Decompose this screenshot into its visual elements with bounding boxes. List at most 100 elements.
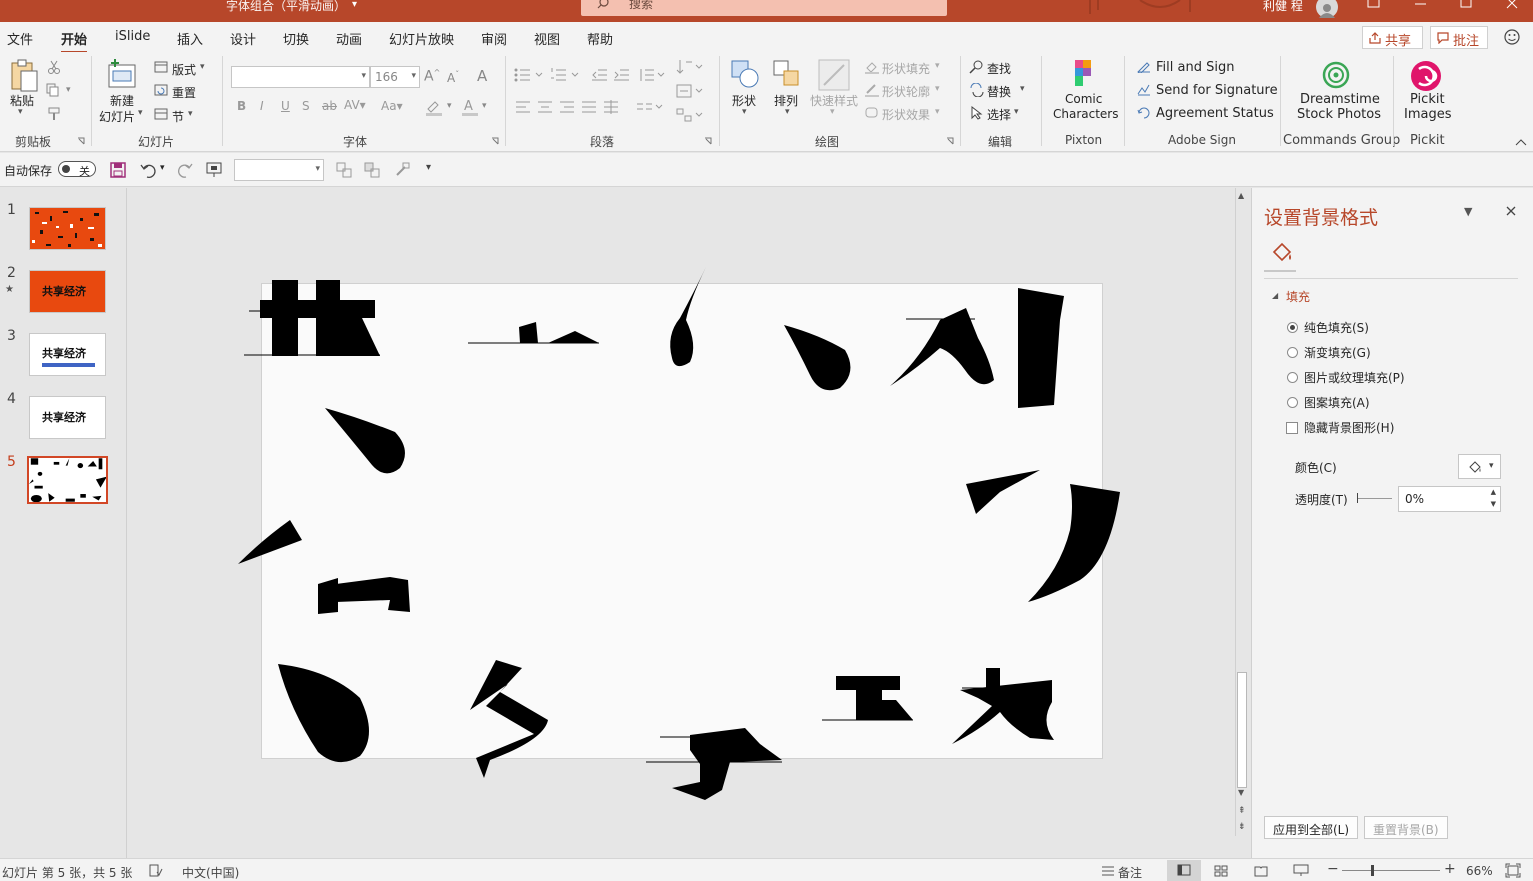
highlight-dropdown-icon[interactable]: ▾ [447,101,452,111]
shape-fill-icon[interactable] [864,60,880,74]
shape-fill-label[interactable]: 形状填充 [882,60,930,77]
shapes-icon[interactable] [730,59,760,89]
pattern-fill-radio[interactable] [1287,397,1298,408]
select-dropdown-icon[interactable]: ▾ [1014,107,1019,117]
underline-icon[interactable]: U [281,99,290,113]
send-signature-icon[interactable] [1137,84,1151,96]
agreement-status-icon[interactable] [1137,107,1151,119]
find-icon[interactable] [969,60,985,74]
search-box[interactable]: 搜索 [581,0,947,16]
glyph-fragment-slash[interactable] [238,520,302,564]
glyph-fragment-dot-1[interactable] [784,325,851,391]
shape-outline-icon[interactable] [864,83,880,97]
hide-background-option[interactable]: 隐藏背景图形(H) [1286,419,1394,436]
normal-view-button[interactable] [1167,860,1201,881]
tab-islide[interactable]: iSlide [115,29,150,44]
quick-styles-dropdown-icon[interactable]: ▾ [830,107,835,117]
color-picker-button[interactable]: ▾ [1458,454,1501,479]
line-spacing-icon[interactable] [638,68,666,82]
pickit-label-1[interactable]: Pickit [1410,92,1445,107]
new-slide-label-2[interactable]: 幻灯片 [99,108,135,125]
new-slide-dropdown-icon[interactable]: ▾ [138,108,143,118]
highlight-icon[interactable] [425,99,445,117]
glyph-fragment-hook[interactable] [670,267,706,367]
shape-outline-label[interactable]: 形状轮廓 [882,83,930,100]
tab-animations[interactable]: 动画 [336,29,362,48]
comment-button[interactable]: 批注 [1430,26,1488,49]
solid-fill-option[interactable]: 纯色填充(S) [1287,319,1369,336]
find-button[interactable]: 查找 [987,60,1011,77]
font-color-icon[interactable]: A [461,98,481,118]
format-painter-icon[interactable] [47,107,61,121]
arrange-icon[interactable] [772,59,802,89]
select-button[interactable]: 选择 [987,106,1011,123]
picture-fill-radio[interactable] [1287,372,1298,383]
transparency-slider[interactable] [1357,498,1392,499]
decrease-indent-icon[interactable] [592,68,608,82]
pixton-label-2[interactable]: Characters [1053,107,1119,121]
qat-paintbrush-icon[interactable] [394,162,410,178]
glyph-fragment-zi[interactable] [646,728,782,800]
slide-thumbnail-4[interactable]: 共享经济 [29,396,106,439]
spell-check-icon[interactable] [149,864,163,877]
zoom-level[interactable]: 66% [1466,864,1493,878]
copy-icon[interactable] [46,83,60,97]
paste-dropdown-icon[interactable]: ▾ [18,107,23,117]
slide-thumbnail-1[interactable] [29,207,106,250]
drawing-launcher-icon[interactable] [946,137,954,145]
solid-fill-radio[interactable] [1287,322,1298,333]
grow-font-icon[interactable]: A^ [424,68,440,85]
section-icon[interactable] [154,108,168,120]
qat-font-select[interactable]: ▾ [234,159,324,181]
ungroup-shapes-icon[interactable] [364,162,380,178]
zoom-out-icon[interactable]: − [1327,861,1339,877]
customize-qat-icon[interactable]: ▾ [426,162,431,173]
quick-styles-icon[interactable] [818,59,850,91]
hide-background-checkbox[interactable] [1286,422,1298,434]
picture-fill-option[interactable]: 图片或纹理填充(P) [1287,369,1405,386]
paste-icon[interactable] [9,59,39,93]
alignment-icons[interactable] [515,100,635,114]
maximize-icon[interactable] [1451,0,1481,16]
font-size-select[interactable]: 166 ▾ [370,66,420,88]
autosave-toggle[interactable]: 关 [58,161,96,178]
italic-icon[interactable]: I [260,99,264,113]
strikethrough-icon[interactable]: ab [322,99,337,113]
glyph-fragment-mouth[interactable] [318,577,410,614]
replace-dropdown-icon[interactable]: ▾ [1020,84,1025,94]
pixton-label-1[interactable]: Comic [1065,92,1102,106]
reset-icon[interactable] [154,84,168,96]
reset-button[interactable]: 重置 [172,84,196,101]
select-icon[interactable] [969,106,985,120]
layout-icon[interactable] [154,61,168,73]
ribbon-display-icon[interactable] [1358,0,1388,16]
pane-options-icon[interactable]: ▼ [1464,205,1472,218]
glyph-fragment-top-bar[interactable] [468,322,599,344]
copy-dropdown-icon[interactable]: ▾ [66,85,71,95]
fill-bucket-icon[interactable] [1270,240,1294,264]
tab-insert[interactable]: 插入 [177,29,203,48]
undo-icon[interactable] [139,161,157,179]
pixton-icon[interactable] [1069,58,1097,90]
clipboard-launcher-icon[interactable] [77,137,85,145]
pickit-icon[interactable] [1410,60,1442,92]
reading-view-icon[interactable] [1254,865,1268,877]
transparency-input[interactable]: 0% ▲ ▼ [1398,486,1501,512]
paragraph-launcher-icon[interactable] [704,137,712,145]
tab-transitions[interactable]: 切换 [283,29,309,48]
change-case-icon[interactable]: Aa▾ [381,99,403,113]
undo-dropdown-icon[interactable]: ▾ [160,163,165,173]
clear-format-icon[interactable]: A [477,67,487,85]
numbering-icon[interactable] [550,68,580,82]
slide-thumbnail-3[interactable]: 共享经济 [29,333,106,376]
shadow-icon[interactable]: S [302,99,310,113]
tab-view[interactable]: 视图 [534,29,560,48]
qat-font-dropdown-icon[interactable]: ▾ [315,164,320,174]
font-family-dropdown-icon[interactable]: ▾ [361,71,366,81]
tab-slideshow[interactable]: 幻灯片放映 [389,29,454,48]
font-color-dropdown-icon[interactable]: ▾ [482,101,487,111]
align-text-icon[interactable] [676,84,704,98]
tab-help[interactable]: 帮助 [587,29,613,48]
dreamstime-icon[interactable] [1322,61,1350,89]
apply-to-all-button[interactable]: 应用到全部(L) [1264,816,1359,839]
